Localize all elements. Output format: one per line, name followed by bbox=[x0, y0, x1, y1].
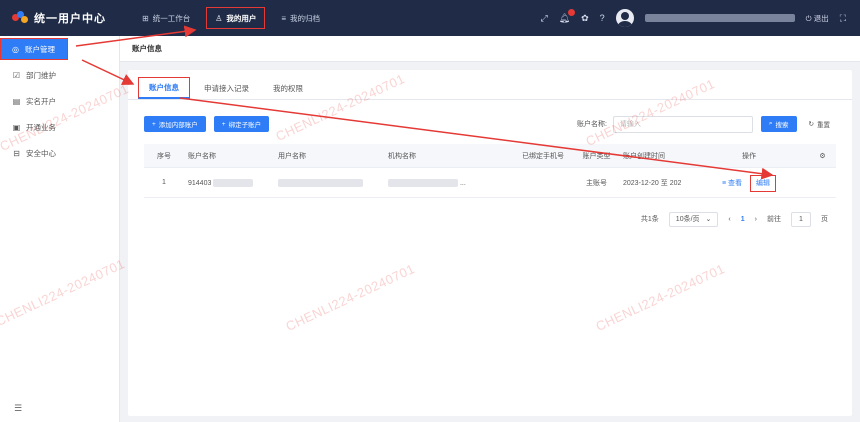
cell-org-name: ... bbox=[384, 178, 494, 187]
content-card: 账户信息 申请接入记录 我的权限 + 添加内部账户 + 绑定子账户 账户名称: … bbox=[128, 70, 852, 416]
total-count: 共1条 bbox=[640, 216, 659, 223]
button-label: 搜索 bbox=[775, 122, 789, 129]
toolbar: + 添加内部账户 + 绑定子账户 账户名称: 请输入 ⌕ 搜索 ↻ 重置 bbox=[128, 106, 852, 142]
top-right-tools: ⤢ 🔔︎ ✿ ? ⏻ 退出 ⛶ bbox=[540, 8, 860, 27]
view-button[interactable]: ≡ 查看 bbox=[722, 180, 742, 187]
department-icon: ☑ bbox=[12, 70, 21, 80]
redacted-text bbox=[388, 178, 458, 187]
cell-user-name bbox=[274, 178, 384, 187]
chevron-down-icon: ⌄ bbox=[705, 216, 712, 223]
cell-actions: ≡ 查看 编辑 bbox=[689, 174, 809, 192]
notification-badge bbox=[568, 8, 576, 16]
col-actions: 操作 bbox=[742, 152, 756, 160]
plus-icon: + bbox=[221, 120, 226, 128]
redacted-text bbox=[213, 178, 254, 187]
cell-type: 主账号 bbox=[586, 179, 607, 187]
view-label: 查看 bbox=[728, 179, 743, 187]
page-number[interactable]: 1 bbox=[741, 216, 745, 223]
page-title: 账户信息 bbox=[120, 36, 860, 62]
refresh-icon: ↻ bbox=[808, 121, 814, 128]
user-icon: ♙ bbox=[215, 13, 223, 23]
sidebar-item-account-management[interactable]: ◎ 账户管理 bbox=[0, 38, 68, 60]
sidebar-item-label: 安全中心 bbox=[26, 148, 56, 158]
tab-my-permissions[interactable]: 我的权限 bbox=[263, 77, 313, 99]
cell-account-name: 914403 bbox=[184, 178, 274, 187]
add-internal-account-button[interactable]: + 添加内部账户 bbox=[144, 116, 206, 132]
goto-input[interactable]: 1 bbox=[791, 211, 811, 227]
sidebar-item-label: 账户管理 bbox=[25, 44, 55, 54]
col-index: 序号 bbox=[157, 152, 171, 160]
col-created: 账户创建时间 bbox=[623, 152, 665, 160]
prev-page-button[interactable]: ‹ bbox=[728, 216, 730, 223]
account-prefix: 914403 bbox=[188, 179, 212, 187]
cell-index: 1 bbox=[162, 179, 166, 186]
bind-sub-account-button[interactable]: + 绑定子账户 bbox=[213, 116, 270, 132]
sidebar-item-label: 部门维护 bbox=[26, 70, 56, 80]
tab-bar: 账户信息 申请接入记录 我的权限 bbox=[128, 70, 852, 100]
ellipsis: ... bbox=[459, 179, 466, 187]
topnav-label: 统一工作台 bbox=[152, 13, 191, 23]
topnav-label: 我的用户 bbox=[226, 13, 257, 23]
app-logo[interactable]: 统一用户中心 bbox=[0, 10, 120, 26]
id-card-icon: ▤ bbox=[12, 96, 21, 106]
goto-label: 前往 bbox=[767, 216, 781, 223]
sidebar-item-label: 实名开户 bbox=[26, 96, 56, 106]
grid-icon: ⊞ bbox=[142, 13, 149, 23]
topnav-label: 我的归档 bbox=[290, 13, 321, 23]
col-user-name: 用户名称 bbox=[278, 152, 306, 160]
col-account-name: 账户名称 bbox=[188, 152, 216, 160]
shield-icon: ⊟ bbox=[13, 148, 20, 158]
topnav-my-users[interactable]: ♙ 我的用户 bbox=[206, 7, 266, 29]
top-bar: 统一用户中心 ⊞ 统一工作台 ♙ 我的用户 ≡ 我的归档 ⤢ 🔔︎ ✿ ? ⏻ … bbox=[0, 0, 860, 36]
search-button[interactable]: ⌕ 搜索 bbox=[760, 116, 797, 132]
app-title: 统一用户中心 bbox=[34, 13, 106, 25]
bell-icon[interactable]: 🔔︎ bbox=[559, 8, 576, 24]
col-phone: 已绑定手机号 bbox=[522, 152, 564, 160]
accounts-table: 序号 账户名称 用户名称 机构名称 已绑定手机号 账户类型 账户创建时间 操作 … bbox=[144, 144, 836, 198]
expand-icon[interactable]: ⛶ bbox=[840, 13, 846, 24]
search-icon: ⌕ bbox=[768, 120, 773, 127]
table-header: 序号 账户名称 用户名称 机构名称 已绑定手机号 账户类型 账户创建时间 操作 … bbox=[144, 144, 836, 168]
topnav-workbench[interactable]: ⊞ 统一工作台 bbox=[134, 7, 198, 29]
page-size-value: 10条/页 bbox=[675, 216, 700, 223]
next-page-button[interactable]: › bbox=[755, 216, 757, 223]
username-redacted bbox=[644, 14, 795, 22]
page-unit: 页 bbox=[821, 216, 828, 223]
sidebar-item-department[interactable]: ☑ 部门维护 bbox=[0, 64, 119, 86]
gear-icon[interactable]: ✿ bbox=[581, 13, 589, 24]
pagination: 共1条 10条/页 ⌄ ‹ 1 › 前往 1 页 bbox=[128, 204, 852, 234]
avatar[interactable] bbox=[615, 9, 634, 27]
button-label: 添加内部账户 bbox=[158, 122, 198, 129]
col-type: 账户类型 bbox=[582, 152, 611, 160]
button-label: 重置 bbox=[817, 122, 830, 129]
column-settings-icon[interactable]: ⚙ bbox=[809, 152, 836, 160]
cell-created: 2023-12-20 至 202 bbox=[623, 179, 682, 187]
top-nav: ⊞ 统一工作台 ♙ 我的用户 ≡ 我的归档 bbox=[134, 0, 328, 36]
account-icon: ◎ bbox=[12, 44, 19, 54]
tab-access-records[interactable]: 申请接入记录 bbox=[194, 77, 259, 99]
col-org-name: 机构名称 bbox=[388, 152, 416, 160]
topnav-archive[interactable]: ≡ 我的归档 bbox=[273, 7, 328, 29]
list-icon: ≡ bbox=[281, 13, 287, 23]
collapse-sidebar-icon[interactable]: ☰ bbox=[14, 403, 22, 414]
reset-button[interactable]: ↻ 重置 bbox=[803, 116, 836, 132]
page-size-select[interactable]: 10条/页 ⌄ bbox=[668, 211, 719, 227]
logout-label: 退出 bbox=[813, 13, 829, 23]
help-icon[interactable]: ? bbox=[600, 13, 605, 23]
redacted-text bbox=[278, 178, 363, 187]
table-row: 1 914403 ... 主账号 2023-12-20 至 202 ≡ 查看 编… bbox=[144, 168, 836, 198]
logo-icon bbox=[12, 11, 28, 25]
edit-button[interactable]: 编辑 bbox=[749, 174, 776, 192]
fullscreen-icon[interactable]: ⤢ bbox=[540, 13, 547, 24]
plus-icon: + bbox=[152, 120, 156, 128]
tab-account-info[interactable]: 账户信息 bbox=[138, 77, 190, 99]
button-label: 绑定子账户 bbox=[228, 122, 262, 129]
logout-button[interactable]: ⏻ 退出 bbox=[806, 13, 829, 24]
